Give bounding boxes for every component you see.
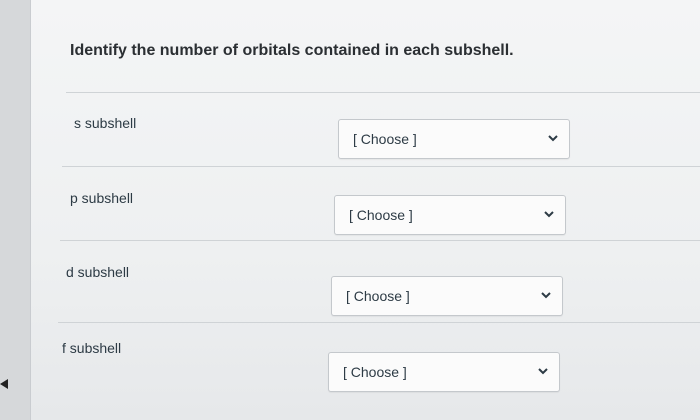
chevron-down-icon	[541, 292, 551, 299]
chevron-down-icon	[548, 135, 558, 142]
divider	[58, 322, 700, 323]
select-value: [ Choose ]	[349, 207, 413, 223]
question-text: Identify the number of orbitals containe…	[70, 42, 514, 59]
select-d-subshell[interactable]: [ Choose ]	[331, 276, 563, 316]
select-p-subshell[interactable]: [ Choose ]	[334, 195, 566, 235]
select-f-subshell[interactable]: [ Choose ]	[328, 352, 560, 392]
chevron-down-icon	[544, 211, 554, 218]
divider	[60, 240, 700, 241]
select-value: [ Choose ]	[346, 288, 410, 304]
select-value: [ Choose ]	[343, 364, 407, 380]
row-label-p: p subshell	[70, 190, 134, 206]
select-s-subshell[interactable]: [ Choose ]	[338, 119, 570, 159]
row-label-f: f subshell	[62, 340, 122, 356]
select-value: [ Choose ]	[353, 131, 417, 147]
cursor-arrow-icon	[0, 379, 8, 389]
chevron-down-icon	[538, 368, 548, 375]
row-label-s: s subshell	[74, 115, 137, 131]
row-label-d: d subshell	[66, 264, 130, 280]
divider	[62, 166, 700, 167]
divider	[66, 92, 700, 93]
